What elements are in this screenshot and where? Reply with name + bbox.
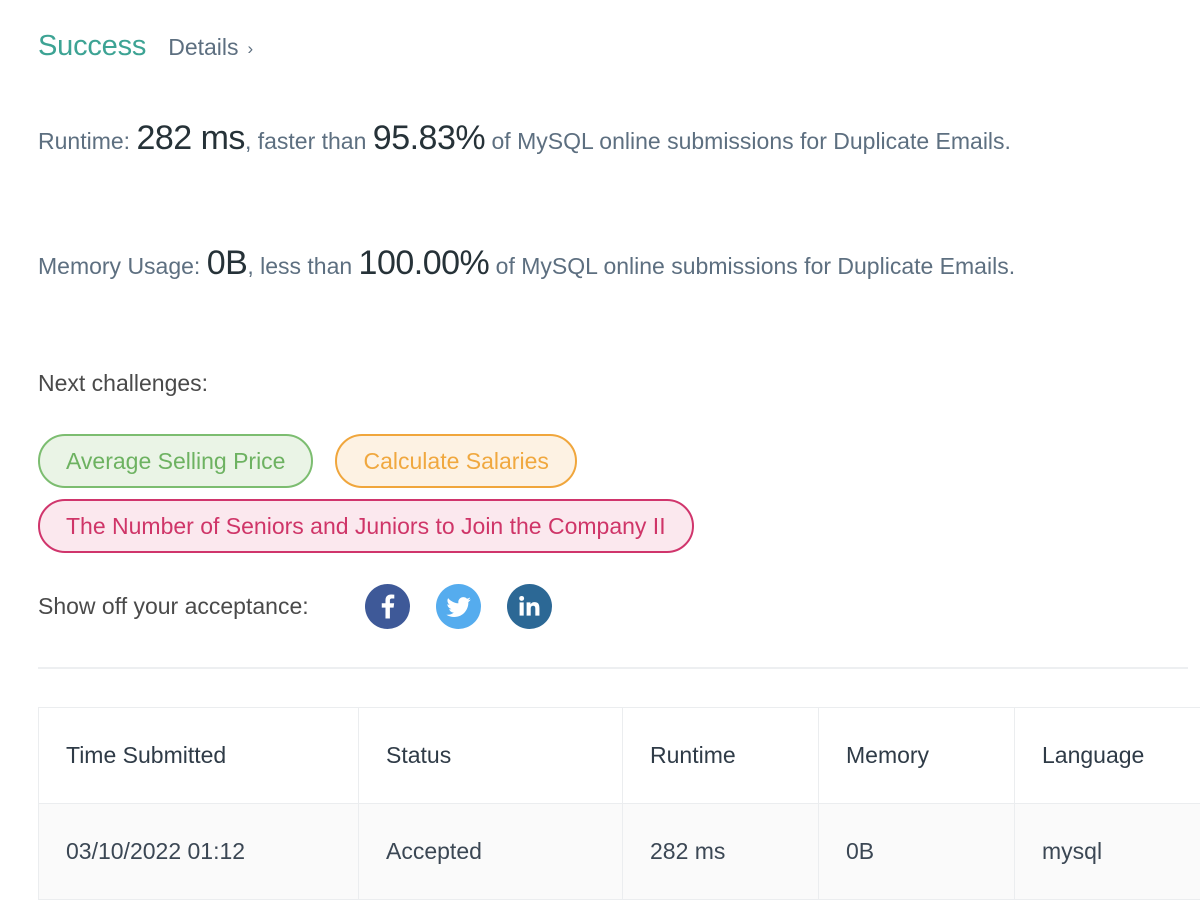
share-facebook-button[interactable] xyxy=(364,584,410,629)
column-header-memory[interactable]: Memory xyxy=(818,707,1015,804)
table-header-row: Time Submitted Status Runtime Memory Lan… xyxy=(38,707,1200,804)
chevron-right-icon: › xyxy=(247,39,254,58)
cell-runtime: 282 ms xyxy=(622,803,819,900)
social-buttons xyxy=(364,584,552,629)
table-row[interactable]: 03/10/2022 01:12 Accepted 282 ms 0B mysq… xyxy=(38,803,1200,900)
share-twitter-button[interactable] xyxy=(435,584,481,629)
submissions-table-wrapper: Time Submitted Status Runtime Memory Lan… xyxy=(38,707,1200,900)
memory-percentile: 100.00% xyxy=(358,244,490,282)
submission-status-title: Success xyxy=(38,30,147,62)
next-challenges-label: Next challenges: xyxy=(38,370,209,396)
cell-time-submitted: 03/10/2022 01:12 xyxy=(38,803,359,900)
challenge-pill-seniors-and-juniors[interactable]: The Number of Seniors and Juniors to Joi… xyxy=(38,499,694,553)
share-linkedin-button[interactable] xyxy=(506,584,552,629)
challenge-pill-calculate-salaries[interactable]: Calculate Salaries xyxy=(335,434,577,488)
runtime-middle: , faster than xyxy=(244,128,373,154)
cell-memory: 0B xyxy=(818,803,1015,900)
section-divider xyxy=(38,667,1188,669)
runtime-percentile: 95.83% xyxy=(372,119,486,157)
runtime-prefix: Runtime: xyxy=(38,128,137,154)
runtime-stat: Runtime: 282 ms, faster than 95.83% of M… xyxy=(38,121,1148,158)
memory-value: 0B xyxy=(206,244,248,282)
runtime-value: 282 ms xyxy=(136,119,245,157)
submissions-table-head: Time Submitted Status Runtime Memory Lan… xyxy=(38,707,1200,804)
facebook-icon xyxy=(365,584,410,629)
cell-language: mysql xyxy=(1014,803,1200,900)
memory-stat: Memory Usage: 0B, less than 100.00% of M… xyxy=(38,246,1148,283)
details-link-label: Details xyxy=(168,34,239,60)
memory-suffix: of MySQL online submissions for Duplicat… xyxy=(489,253,1016,279)
submission-result-panel: Success Details › Runtime: 282 ms, faste… xyxy=(0,0,1200,909)
share-row: Show off your acceptance: xyxy=(38,584,552,629)
memory-prefix: Memory Usage: xyxy=(38,253,207,279)
runtime-suffix: of MySQL online submissions for Duplicat… xyxy=(485,128,1011,154)
column-header-language[interactable]: Language xyxy=(1014,707,1200,804)
column-header-runtime[interactable]: Runtime xyxy=(622,707,819,804)
details-link[interactable]: Details › xyxy=(168,36,253,59)
share-label: Show off your acceptance: xyxy=(38,593,309,619)
next-challenges-list: Average Selling Price Calculate Salaries xyxy=(38,434,1158,488)
column-header-time-submitted[interactable]: Time Submitted xyxy=(38,707,359,804)
cell-status[interactable]: Accepted xyxy=(358,803,623,900)
challenge-pill-average-selling-price[interactable]: Average Selling Price xyxy=(38,434,314,488)
twitter-icon xyxy=(436,584,481,629)
linkedin-icon xyxy=(507,584,552,629)
status-header: Success Details › xyxy=(38,32,253,61)
memory-middle: , less than xyxy=(247,253,359,279)
submissions-table: Time Submitted Status Runtime Memory Lan… xyxy=(38,707,1200,900)
column-header-status[interactable]: Status xyxy=(358,707,623,804)
submissions-table-body: 03/10/2022 01:12 Accepted 282 ms 0B mysq… xyxy=(38,803,1200,900)
